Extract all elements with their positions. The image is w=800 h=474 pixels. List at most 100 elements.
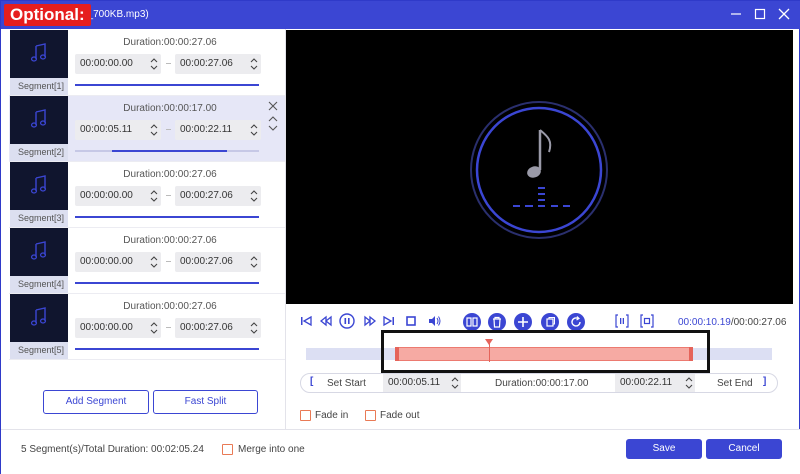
segment-end-value: 00:00:27.06 [180, 58, 233, 69]
spinner-icon[interactable] [250, 56, 258, 72]
frame-stop-icon[interactable] [639, 313, 655, 329]
segment-duration: Duration:00:00:27.06 [123, 37, 217, 48]
segment-range-bar [75, 348, 259, 350]
segment-start-field[interactable]: 00:00:05.11 [75, 120, 161, 140]
segment-label: Segment[3] [10, 210, 68, 227]
segment-thumbnail [10, 30, 68, 78]
set-start-button[interactable]: Set Start [327, 378, 366, 389]
spinner-icon[interactable] [250, 122, 258, 138]
segment-row[interactable]: Segment[3] Duration:00:00:27.06 00:00:00… [9, 162, 285, 228]
range-separator [166, 129, 171, 130]
spinner-icon[interactable] [250, 254, 258, 270]
fade-out-checkbox[interactable] [365, 410, 376, 421]
segment-start-value: 00:00:05.11 [80, 124, 133, 135]
set-end-bracket[interactable]: ] [763, 376, 766, 387]
spinner-icon[interactable] [150, 56, 158, 72]
segment-thumbnail [10, 96, 68, 144]
segment-label: Segment[1] [10, 78, 68, 95]
segment-end-field[interactable]: 00:00:27.06 [175, 186, 261, 206]
segment-end-field[interactable]: 00:00:22.11 [175, 120, 261, 140]
spinner-icon[interactable] [250, 320, 258, 336]
timecode: 00:00:10.19/00:00:27.06 [678, 317, 786, 328]
pause-icon[interactable] [339, 313, 355, 329]
maximize-icon[interactable] [753, 7, 767, 21]
segment-range-bar [75, 282, 259, 284]
copy-icon[interactable] [541, 313, 559, 331]
segment-thumbnail [10, 162, 68, 210]
segment-end-value: 00:00:27.06 [180, 190, 233, 201]
add-icon[interactable] [514, 313, 532, 331]
range-separator [166, 195, 171, 196]
music-note-icon [30, 43, 47, 62]
footer-bar: 5 Segment(s)/Total Duration: 00:02:05.24… [1, 429, 800, 474]
set-end-field[interactable]: 00:00:22.11 [615, 374, 695, 392]
spinner-icon[interactable] [250, 188, 258, 204]
audio-visual-icon [470, 101, 608, 239]
reset-icon[interactable] [567, 313, 585, 331]
segment-start-value: 00:00:00.00 [80, 256, 133, 267]
audio-preview [286, 30, 793, 304]
segment-range-bar [75, 150, 259, 152]
spinner-icon[interactable] [685, 375, 693, 391]
merge-label: Merge into one [238, 444, 305, 455]
segment-label: Segment[2] [10, 144, 68, 161]
highlight-box [381, 330, 710, 373]
segment-start-field[interactable]: 00:00:00.00 [75, 54, 161, 74]
segment-duration: Duration:00:00:27.06 [123, 235, 217, 246]
segment-start-field[interactable]: 00:00:00.00 [75, 318, 161, 338]
segment-row[interactable]: Segment[2] Duration:00:00:17.00 00:00:05… [9, 96, 285, 162]
fast-forward-icon[interactable] [363, 314, 377, 328]
save-button[interactable]: Save [626, 439, 702, 459]
set-end-button[interactable]: Set End [717, 378, 753, 389]
segments-summary: 5 Segment(s)/Total Duration: 00:02:05.24 [21, 444, 204, 455]
segment-end-field[interactable]: 00:00:27.06 [175, 318, 261, 338]
music-note-icon [30, 241, 47, 260]
frame-pause-icon[interactable] [614, 313, 630, 329]
delete-segment-icon[interactable] [267, 100, 279, 112]
segment-start-field[interactable]: 00:00:00.00 [75, 252, 161, 272]
stop-icon[interactable] [404, 314, 418, 328]
minimize-icon[interactable] [729, 7, 743, 21]
music-note-icon [30, 175, 47, 194]
set-end-value: 00:00:22.11 [620, 377, 673, 388]
total-time: /00:00:27.06 [730, 317, 787, 328]
segment-row[interactable]: Segment[1] Duration:00:00:27.06 00:00:00… [9, 30, 285, 96]
music-note-icon [30, 109, 47, 128]
segment-end-field[interactable]: 00:00:27.06 [175, 252, 261, 272]
rewind-icon[interactable] [319, 314, 333, 328]
volume-icon[interactable] [427, 314, 441, 328]
fade-in-checkbox[interactable] [300, 410, 311, 421]
segment-end-value: 00:00:22.11 [180, 124, 233, 135]
segment-row[interactable]: Segment[4] Duration:00:00:27.06 00:00:00… [9, 228, 285, 294]
skip-start-icon[interactable] [299, 314, 313, 328]
spinner-icon[interactable] [150, 188, 158, 204]
segment-duration: Duration:00:00:27.06 [123, 169, 217, 180]
split-icon[interactable] [463, 313, 481, 331]
set-start-bracket[interactable]: [ [310, 376, 313, 387]
segment-label: Segment[5] [10, 342, 68, 359]
segment-label: Segment[4] [10, 276, 68, 293]
cancel-button[interactable]: Cancel [706, 439, 782, 459]
optional-badge: Optional: [4, 4, 91, 26]
add-segment-button[interactable]: Add Segment [43, 390, 149, 414]
set-start-field[interactable]: 00:00:05.11 [383, 374, 461, 392]
range-separator [166, 261, 171, 262]
segment-range-bar [75, 216, 259, 218]
skip-end-icon[interactable] [382, 314, 396, 328]
merge-checkbox[interactable] [222, 444, 233, 455]
spinner-icon[interactable] [451, 375, 459, 391]
fast-split-button[interactable]: Fast Split [153, 390, 258, 414]
spinner-icon[interactable] [150, 122, 158, 138]
spinner-icon[interactable] [150, 320, 158, 336]
segment-thumbnail [10, 294, 68, 342]
segment-end-field[interactable]: 00:00:27.06 [175, 54, 261, 74]
set-range-bar: [ Set Start 00:00:05.11 Duration:00:00:1… [300, 373, 778, 393]
segment-start-field[interactable]: 00:00:00.00 [75, 186, 161, 206]
close-icon[interactable] [777, 7, 791, 21]
segment-row[interactable]: Segment[5] Duration:00:00:27.06 00:00:00… [9, 294, 285, 360]
move-down-icon[interactable] [267, 122, 279, 134]
segment-range-bar [75, 84, 259, 86]
segment-duration: Duration:00:00:27.06 [123, 301, 217, 312]
spinner-icon[interactable] [150, 254, 158, 270]
trash-icon[interactable] [488, 313, 506, 331]
